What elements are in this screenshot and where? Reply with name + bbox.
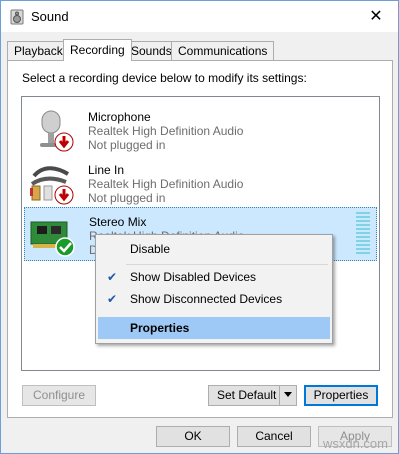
ok-button[interactable]: OK — [156, 426, 230, 447]
checkmark-icon: ✔ — [106, 270, 118, 284]
menu-item-label: Disable — [130, 242, 171, 256]
watermark: wsxdn.com — [322, 436, 388, 451]
level-meter — [356, 212, 370, 258]
configure-button[interactable]: Configure — [22, 385, 96, 406]
device-name: Stereo Mix — [89, 215, 147, 229]
menu-separator — [126, 264, 328, 265]
device-driver: Realtek High Definition Audio — [88, 124, 244, 138]
chevron-down-icon — [284, 392, 292, 397]
line-in-cable-icon — [30, 166, 74, 205]
device-driver: Realtek High Definition Audio — [88, 177, 244, 191]
sound-card-icon — [30, 221, 75, 257]
device-line-in[interactable]: Line In Realtek High Definition Audio No… — [24, 156, 377, 210]
checkmark-icon: ✔ — [106, 292, 118, 306]
set-default-split-button[interactable]: Set Default — [208, 385, 297, 406]
menu-item-disable[interactable]: Disable — [98, 238, 330, 260]
context-menu: Disable ✔ Show Disabled Devices ✔ Show D… — [95, 234, 333, 344]
menu-item-show-disabled-devices[interactable]: ✔ Show Disabled Devices — [98, 266, 330, 288]
set-default-label: Set Default — [217, 388, 277, 402]
speaker-icon — [10, 9, 24, 25]
title-bar[interactable]: Sound ✕ — [1, 1, 398, 32]
set-default-dropdown-arrow[interactable] — [279, 386, 296, 405]
close-button[interactable]: ✕ — [354, 1, 398, 32]
device-status: Not plugged in — [88, 138, 166, 152]
device-name: Microphone — [88, 110, 151, 124]
tab-recording[interactable]: Recording — [63, 39, 132, 61]
microphone-icon — [40, 110, 74, 152]
menu-item-label: Show Disabled Devices — [130, 270, 257, 284]
window-title: Sound — [31, 9, 69, 24]
device-status: Not plugged in — [88, 191, 166, 205]
red-down-arrow-badge — [54, 132, 74, 152]
device-microphone[interactable]: Microphone Realtek High Definition Audio… — [24, 103, 377, 157]
device-name: Line In — [88, 163, 125, 177]
menu-item-label: Properties — [130, 321, 190, 335]
green-check-badge — [55, 237, 75, 257]
cancel-button[interactable]: Cancel — [237, 426, 311, 447]
instruction-text: Select a recording device below to modif… — [22, 71, 307, 85]
menu-item-label: Show Disconnected Devices — [130, 292, 283, 306]
menu-item-properties[interactable]: Properties — [98, 317, 330, 339]
properties-button[interactable]: Properties — [304, 385, 378, 406]
sound-dialog: Sound ✕ Playback Recording Sounds Commun… — [0, 0, 399, 454]
menu-item-show-disconnected-devices[interactable]: ✔ Show Disconnected Devices — [98, 288, 330, 310]
tab-playback[interactable]: Playback — [7, 41, 70, 60]
tab-communications[interactable]: Communications — [171, 41, 275, 60]
red-down-arrow-badge — [54, 185, 74, 205]
